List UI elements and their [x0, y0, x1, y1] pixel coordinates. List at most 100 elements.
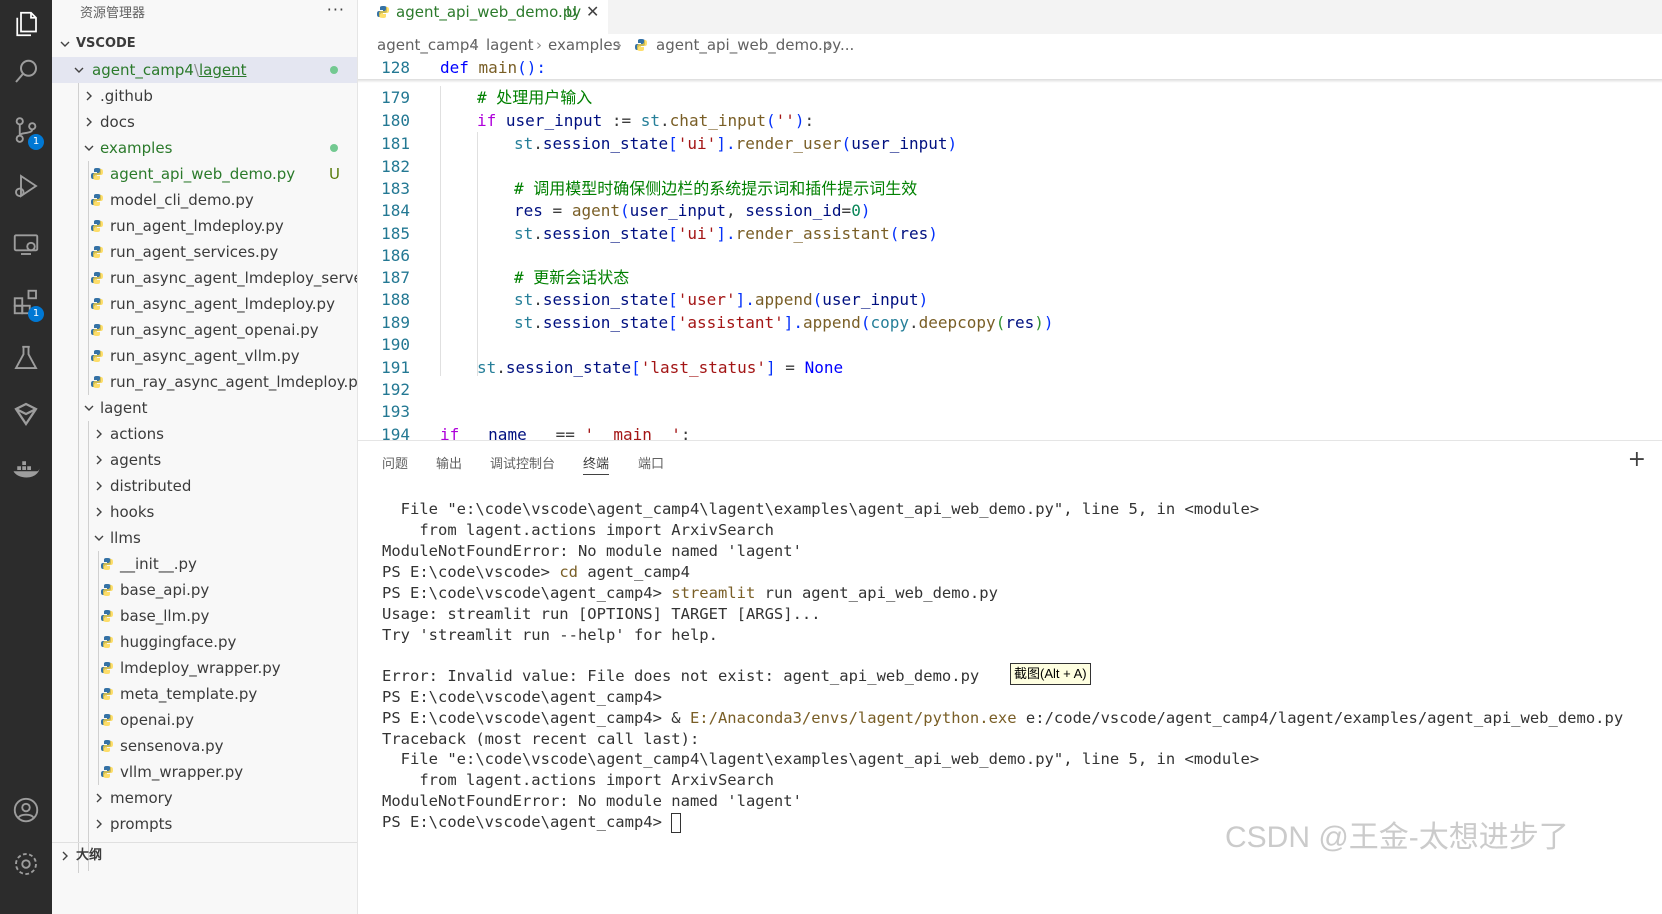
folder-row[interactable]: agents	[52, 447, 357, 473]
file-row[interactable]: openai.py	[52, 707, 357, 733]
code-token: res	[514, 201, 543, 220]
code-line-183: # 调用模型时确保侧边栏的系统提示词和插件提示词生效	[440, 177, 917, 200]
file-row[interactable]: lmdeploy_wrapper.py	[52, 655, 357, 681]
line-number: 191	[381, 358, 410, 377]
extensions-icon[interactable]: 1	[0, 278, 52, 326]
tab-ports[interactable]: 端口	[638, 453, 664, 475]
search-icon[interactable]	[0, 48, 52, 96]
code-token: :	[680, 425, 691, 440]
python-file-icon	[101, 662, 113, 674]
breadcrumb-item[interactable]: agent_api_web_demo.py	[656, 34, 841, 56]
code-token: 'assistant'	[677, 313, 784, 332]
code-token: (	[889, 224, 900, 243]
tab-problems[interactable]: 问题	[382, 453, 408, 475]
code-token: 'ui'	[677, 134, 717, 153]
pipeline-icon[interactable]	[0, 390, 52, 438]
code-line-185: st.session_state['ui'].render_assistant(…	[440, 222, 938, 245]
explorer-icon[interactable]	[0, 0, 52, 48]
file-row[interactable]: model_cli_demo.py	[52, 187, 357, 213]
code-token: )	[1034, 313, 1044, 332]
file-row[interactable]: run_agent_lmdeploy.py	[52, 213, 357, 239]
close-icon[interactable]: ✕	[586, 0, 599, 24]
section-header-outline[interactable]: 大纲	[52, 842, 357, 868]
file-row[interactable]: agent_api_web_demo.py U	[52, 161, 357, 187]
file-label: base_llm.py	[120, 607, 210, 625]
code-editor[interactable]: 128 def main(): 179 # 处理用户输入 180 if user…	[358, 56, 1662, 440]
settings-icon[interactable]	[0, 840, 52, 888]
chevron-right-icon	[92, 473, 106, 499]
run-debug-icon[interactable]	[0, 162, 52, 210]
chevron-down-icon	[82, 135, 96, 161]
python-file-icon	[101, 636, 113, 648]
more-actions-icon[interactable]: ···	[327, 0, 345, 19]
file-row[interactable]: base_llm.py	[52, 603, 357, 629]
folder-row[interactable]: actions	[52, 421, 357, 447]
chevron-down-icon	[82, 395, 96, 421]
code-token: [	[668, 134, 678, 153]
file-row[interactable]: run_async_agent_vllm.py	[52, 343, 357, 369]
folder-row[interactable]: memory	[52, 785, 357, 811]
breadcrumb-item[interactable]: examples	[548, 34, 620, 56]
folder-row[interactable]: lagent	[52, 395, 357, 421]
file-row[interactable]: run_ray_async_agent_lmdeploy.py	[52, 369, 358, 395]
source-control-icon[interactable]: 1	[0, 106, 52, 154]
file-row[interactable]: run_async_agent_lmdeploy_server....	[52, 265, 357, 291]
folder-row[interactable]: .github	[52, 83, 357, 109]
file-label: run_ray_async_agent_lmdeploy.py	[110, 373, 358, 391]
folder-row[interactable]: docs	[52, 109, 357, 135]
terminal-line: PS E:\code\vscode\agent_camp4>	[382, 812, 682, 833]
code-token: =	[775, 358, 805, 377]
file-row[interactable]: vllm_wrapper.py	[52, 759, 357, 785]
python-file-icon	[635, 39, 647, 51]
code-token: session_state	[542, 313, 669, 332]
folder-row[interactable]: hooks	[52, 499, 357, 525]
tab-output[interactable]: 输出	[436, 453, 462, 475]
breadcrumb-item[interactable]: ...	[840, 34, 854, 56]
folder-label: memory	[110, 789, 173, 807]
folder-row[interactable]: examples	[52, 135, 357, 161]
file-row[interactable]: sensenova.py	[52, 733, 357, 759]
code-token: ].	[716, 134, 736, 153]
docker-icon[interactable]	[0, 446, 52, 494]
folder-row[interactable]: llms	[52, 525, 357, 551]
tab-label: agent_api_web_demo.py	[396, 3, 582, 21]
file-row[interactable]: run_async_agent_openai.py	[52, 317, 357, 343]
file-row[interactable]: __init__.py	[52, 551, 357, 577]
root-folder-row[interactable]: agent_camp4\lagent	[52, 57, 357, 83]
breadcrumb-item[interactable]: lagent	[486, 34, 534, 56]
file-row[interactable]: run_agent_services.py	[52, 239, 357, 265]
tab-terminal[interactable]: 终端	[583, 453, 610, 475]
new-terminal-button[interactable]: +	[1628, 447, 1646, 472]
code-token: ].	[783, 313, 804, 332]
file-label: lmdeploy_wrapper.py	[120, 659, 281, 677]
terminal-line: ModuleNotFoundError: No module named 'la…	[382, 542, 802, 560]
file-label: agent_api_web_demo.py	[110, 165, 296, 183]
folder-row[interactable]: prompts	[52, 811, 357, 837]
file-row[interactable]: base_api.py	[52, 577, 357, 603]
line-number: 186	[381, 246, 410, 265]
tab-debug-console[interactable]: 调试控制台	[490, 453, 555, 475]
code-token: )	[1043, 313, 1054, 332]
code-token: .	[908, 313, 919, 332]
file-label: run_async_agent_vllm.py	[110, 347, 300, 365]
code-token: deepcopy	[918, 313, 996, 332]
code-token: __name__	[468, 425, 546, 440]
terminal-line: from lagent.actions import ArxivSearch	[382, 521, 774, 539]
account-icon[interactable]	[0, 786, 52, 834]
tab-agent-api-web-demo[interactable]: agent_api_web_demo.py U ✕	[358, 0, 608, 34]
code-token: res	[1005, 313, 1035, 332]
code-token: session_state	[505, 358, 632, 377]
folder-row[interactable]: distributed	[52, 473, 357, 499]
file-row[interactable]: huggingface.py	[52, 629, 357, 655]
section-header-vscode[interactable]: VSCODE	[52, 31, 357, 57]
testing-icon[interactable]	[0, 334, 52, 382]
python-file-icon	[91, 246, 103, 258]
line-number: 179	[381, 88, 410, 107]
remote-explorer-icon[interactable]	[0, 220, 52, 268]
chevron-right-icon: ›	[536, 36, 542, 54]
python-file-icon	[377, 6, 389, 18]
file-row[interactable]: meta_template.py	[52, 681, 357, 707]
file-row[interactable]: run_async_agent_lmdeploy.py	[52, 291, 357, 317]
code-token: (	[860, 313, 871, 332]
breadcrumb-item[interactable]: agent_camp4	[377, 34, 479, 56]
